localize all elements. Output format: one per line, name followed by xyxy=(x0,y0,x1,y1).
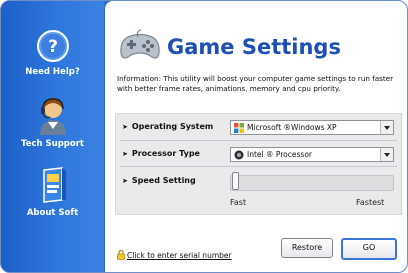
page-title: Game Settings xyxy=(167,35,341,59)
speed-slider-track[interactable] xyxy=(230,175,394,191)
go-button[interactable]: GO xyxy=(341,238,397,260)
serial-link-text[interactable]: Click to enter serial number xyxy=(127,251,232,260)
processor-select[interactable]: Intel ® Processor xyxy=(230,147,394,162)
svg-text:?: ? xyxy=(48,37,58,57)
divider xyxy=(120,140,397,141)
speed-row-label: ➤ Speed Setting xyxy=(122,176,196,185)
divider xyxy=(120,166,397,167)
restore-button[interactable]: Restore xyxy=(281,238,333,258)
arrow-right-icon: ➤ xyxy=(122,123,128,131)
speed-max-label: Fastest xyxy=(356,198,385,207)
header: Game Settings xyxy=(119,27,399,67)
app-window: ? Need Help? Tech Support About Soft Gam… xyxy=(0,0,408,273)
sidebar-item-label: Need Help? xyxy=(25,67,80,77)
processor-label: Processor Type xyxy=(131,149,200,158)
main-panel: Game Settings Information: This utility … xyxy=(105,1,407,272)
sidebar-item-about-soft[interactable]: About Soft xyxy=(1,166,104,218)
processor-select-value: Intel ® Processor xyxy=(247,150,312,159)
os-row-label: ➤ Operating System xyxy=(122,122,213,131)
sidebar-item-label: Tech Support xyxy=(21,139,84,149)
os-label: Operating System xyxy=(131,122,214,131)
sidebar: ? Need Help? Tech Support About Soft xyxy=(1,1,104,272)
speed-label: Speed Setting xyxy=(131,176,196,185)
arrow-right-icon: ➤ xyxy=(122,150,128,158)
gamepad-icon xyxy=(120,29,160,59)
sidebar-item-need-help[interactable]: ? Need Help? xyxy=(1,29,104,77)
info-text: Information: This utility will boost you… xyxy=(117,74,394,93)
processor-icon xyxy=(234,150,244,160)
processor-row-label: ➤ Processor Type xyxy=(122,149,200,158)
lock-icon xyxy=(117,250,125,260)
question-icon: ? xyxy=(36,30,69,62)
os-select[interactable]: Microsoft ®Windows XP xyxy=(230,120,394,135)
sidebar-item-label: About Soft xyxy=(26,208,79,218)
speed-slider-thumb[interactable] xyxy=(232,172,239,190)
sidebar-item-tech-support[interactable]: Tech Support xyxy=(1,95,104,149)
windows-flag-icon xyxy=(234,123,244,133)
os-select-value: Microsoft ®Windows XP xyxy=(247,123,337,132)
arrow-right-icon: ➤ xyxy=(122,177,128,185)
chevron-down-icon[interactable] xyxy=(380,148,393,161)
speed-min-label: Fast xyxy=(230,198,247,207)
settings-panel: ➤ Operating System Microsoft ®Windows XP … xyxy=(115,113,402,215)
support-person-icon xyxy=(39,98,66,135)
serial-number-link[interactable]: Click to enter serial number xyxy=(117,250,232,260)
chevron-down-icon[interactable] xyxy=(380,121,393,134)
software-box-icon xyxy=(42,167,66,203)
